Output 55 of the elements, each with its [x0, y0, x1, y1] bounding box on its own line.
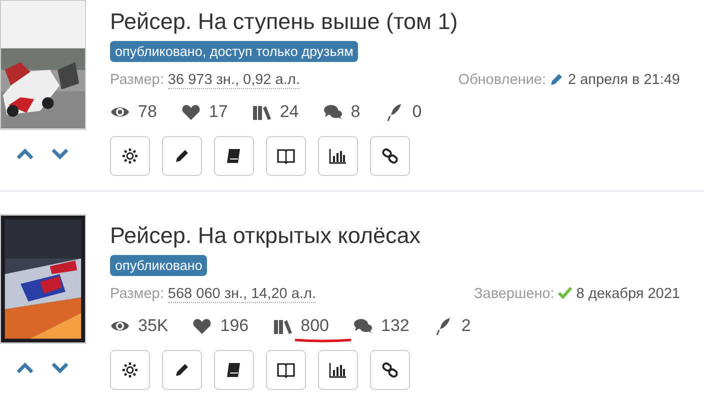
- link-icon: [381, 146, 399, 165]
- reviews-count: 2: [461, 316, 471, 336]
- statistics-button[interactable]: [318, 350, 358, 390]
- checkmark-icon: [558, 286, 572, 300]
- book-button[interactable]: [214, 350, 254, 390]
- edit-button[interactable]: [162, 136, 202, 176]
- book-icon: [225, 146, 243, 165]
- library-count: 24: [280, 102, 299, 122]
- open-book-icon: [277, 146, 295, 165]
- settings-button[interactable]: [110, 350, 150, 390]
- upvote-icon[interactable]: [16, 148, 34, 160]
- chat-bubbles-icon: [322, 102, 343, 121]
- size-label: Размер:: [110, 286, 164, 302]
- downvote-icon[interactable]: [51, 362, 69, 374]
- read-button[interactable]: [266, 350, 306, 390]
- link-button[interactable]: [370, 136, 410, 176]
- status-badge: опубликовано: [110, 254, 208, 276]
- chat-bubbles-icon: [353, 316, 373, 334]
- views-count: 78: [138, 102, 157, 122]
- status-label: Завершено:: [474, 286, 554, 302]
- work-title[interactable]: Рейсер. На открытых колёсах: [110, 224, 680, 248]
- bar-chart-icon: [329, 360, 347, 378]
- open-book-icon: [277, 360, 295, 378]
- status-date: 2 апреля в 21:49: [568, 72, 680, 88]
- status-badge: опубликовано, доступ только друзьям: [110, 40, 358, 62]
- link-button[interactable]: [370, 350, 410, 390]
- link-icon: [381, 360, 399, 378]
- comments-count: 132: [381, 316, 410, 336]
- size-value: 36 973 зн., 0,92 а.л.: [168, 72, 300, 89]
- settings-button[interactable]: [110, 136, 150, 176]
- library-count: 800: [300, 316, 329, 336]
- comments-count: 8: [350, 102, 360, 122]
- settings-icon: [121, 146, 139, 165]
- book-icon: [225, 360, 243, 378]
- read-button[interactable]: [266, 136, 306, 176]
- reviews-count: 0: [412, 102, 422, 122]
- work-title[interactable]: Рейсер. На ступень выше (том 1): [110, 10, 680, 35]
- statistics-button[interactable]: [318, 136, 358, 176]
- edit-button[interactable]: [162, 350, 202, 390]
- downvote-icon[interactable]: [51, 148, 69, 160]
- pencil-icon: [550, 72, 564, 86]
- heart-icon: [192, 316, 212, 334]
- book-button[interactable]: [214, 136, 254, 176]
- size-label: Размер:: [110, 72, 164, 88]
- status-date: 8 декабря 2021: [576, 286, 680, 302]
- size-value: 568 060 зн., 14,20 а.л.: [168, 286, 316, 302]
- status-label: Обновление:: [458, 72, 546, 88]
- likes-count: 196: [220, 316, 249, 336]
- settings-icon: [121, 360, 139, 378]
- hand-drawn-underline: [292, 338, 353, 342]
- heart-icon: [180, 102, 201, 121]
- upvote-icon[interactable]: [16, 362, 34, 374]
- views-count: 35K: [138, 316, 168, 336]
- likes-count: 17: [208, 102, 228, 122]
- bar-chart-icon: [329, 146, 347, 165]
